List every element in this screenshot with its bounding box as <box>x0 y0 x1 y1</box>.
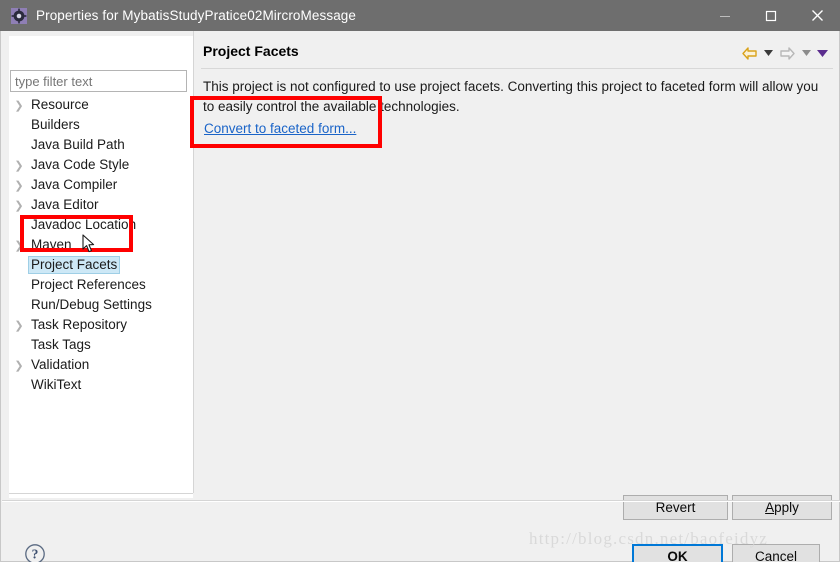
content-pane: Project Facets This project is not confi… <box>201 36 833 498</box>
tree-item-label: Project References <box>31 277 146 292</box>
chevron-right-icon[interactable]: ❯ <box>10 359 28 372</box>
revert-button-label: Revert <box>655 500 696 515</box>
apply-button-label: pply <box>774 500 799 515</box>
chevron-right-icon[interactable]: ❯ <box>10 319 28 332</box>
view-menu-chevron-down-filled-icon[interactable] <box>814 43 830 63</box>
tree-item-label: Task Tags <box>31 337 91 352</box>
tree-item-project-facets[interactable]: ❯ Project Facets <box>10 255 193 275</box>
back-arrow-icon[interactable] <box>738 43 760 63</box>
tree-bottom-edge <box>9 493 193 494</box>
cancel-button-label: Cancel <box>754 549 798 562</box>
panel-divider <box>193 31 194 493</box>
maximize-icon[interactable] <box>748 0 794 31</box>
tree-item-task-repository[interactable]: ❯ Task Repository <box>10 315 193 335</box>
revert-button[interactable]: Revert <box>623 495 728 520</box>
tree-item-label: Java Editor <box>31 197 99 212</box>
forward-arrow-icon[interactable] <box>776 43 798 63</box>
close-icon[interactable] <box>794 0 840 31</box>
tree-item-builders[interactable]: ❯ Builders <box>10 115 193 135</box>
properties-dialog: Properties for MybatisStudyPratice02Mirc… <box>0 0 840 562</box>
navigation-toolbar <box>738 42 830 64</box>
footer-separator-highlight <box>2 501 840 502</box>
eclipse-properties-icon <box>11 7 27 24</box>
title-bar[interactable]: Properties for MybatisStudyPratice02Mirc… <box>0 0 840 31</box>
filter-input[interactable] <box>10 70 187 92</box>
tree-item-label: Java Build Path <box>31 137 125 152</box>
tree-item-label: Java Compiler <box>31 177 118 192</box>
chevron-right-icon[interactable]: ❯ <box>10 159 28 172</box>
convert-to-faceted-form-link[interactable]: Convert to faceted form... <box>204 121 356 136</box>
svg-text:?: ? <box>32 547 39 562</box>
tree-item-wikitext[interactable]: ❯ WikiText <box>10 375 193 395</box>
tree-item-label: Run/Debug Settings <box>31 297 152 312</box>
tree-item-java-editor[interactable]: ❯ Java Editor <box>10 195 193 215</box>
chevron-right-icon[interactable]: ❯ <box>10 179 28 192</box>
apply-button[interactable]: Apply <box>732 495 832 520</box>
ok-button-label: OK <box>667 549 688 562</box>
title-separator <box>201 68 833 69</box>
tree-item-label: Task Repository <box>31 317 128 332</box>
apply-button-mnemonic: A <box>765 500 775 515</box>
page-title: Project Facets <box>203 43 299 59</box>
tree-item-java-build-path[interactable]: ❯ Java Build Path <box>10 135 193 155</box>
back-history-chevron-down-icon[interactable] <box>760 43 776 63</box>
window-title: Properties for MybatisStudyPratice02Mirc… <box>36 8 357 23</box>
chevron-right-icon[interactable]: ❯ <box>10 239 28 252</box>
tree-item-java-compiler[interactable]: ❯ Java Compiler <box>10 175 193 195</box>
chevron-right-icon[interactable]: ❯ <box>10 99 28 112</box>
tree-item-label: Validation <box>31 357 90 372</box>
tree-item-javadoc-location[interactable]: ❯ Javadoc Location <box>10 215 193 235</box>
tree-item-maven[interactable]: ❯ Maven <box>10 235 193 255</box>
help-icon[interactable]: ? <box>24 543 46 562</box>
tree-item-run-debug-settings[interactable]: ❯ Run/Debug Settings <box>10 295 193 315</box>
facets-description: This project is not configured to use pr… <box>203 79 819 114</box>
tree-item-resource[interactable]: ❯ Resource <box>10 95 193 115</box>
tree-item-label: Resource <box>31 97 89 112</box>
chevron-right-icon[interactable]: ❯ <box>10 199 28 212</box>
tree-item-label: Project Facets <box>28 256 121 274</box>
tree-item-label: WikiText <box>31 377 82 392</box>
tree-item-validation[interactable]: ❯ Validation <box>10 355 193 375</box>
tree-item-label: Builders <box>31 117 80 132</box>
dialog-body: ❯ Resource ❯ Builders ❯ Java Build Path … <box>0 31 840 562</box>
tree-item-project-references[interactable]: ❯ Project References <box>10 275 193 295</box>
settings-tree: ❯ Resource ❯ Builders ❯ Java Build Path … <box>10 95 193 395</box>
window-controls <box>702 0 840 31</box>
tree-item-task-tags[interactable]: ❯ Task Tags <box>10 335 193 355</box>
tree-item-label: Maven <box>31 237 72 252</box>
forward-history-chevron-down-icon[interactable] <box>798 43 814 63</box>
watermark: http://blog.csdn.net/baofeidyz <box>529 529 769 548</box>
tree-item-label: Java Code Style <box>31 157 130 172</box>
tree-item-java-code-style[interactable]: ❯ Java Code Style <box>10 155 193 175</box>
minimize-icon[interactable] <box>702 0 748 31</box>
tree-item-label: Javadoc Location <box>31 217 137 232</box>
